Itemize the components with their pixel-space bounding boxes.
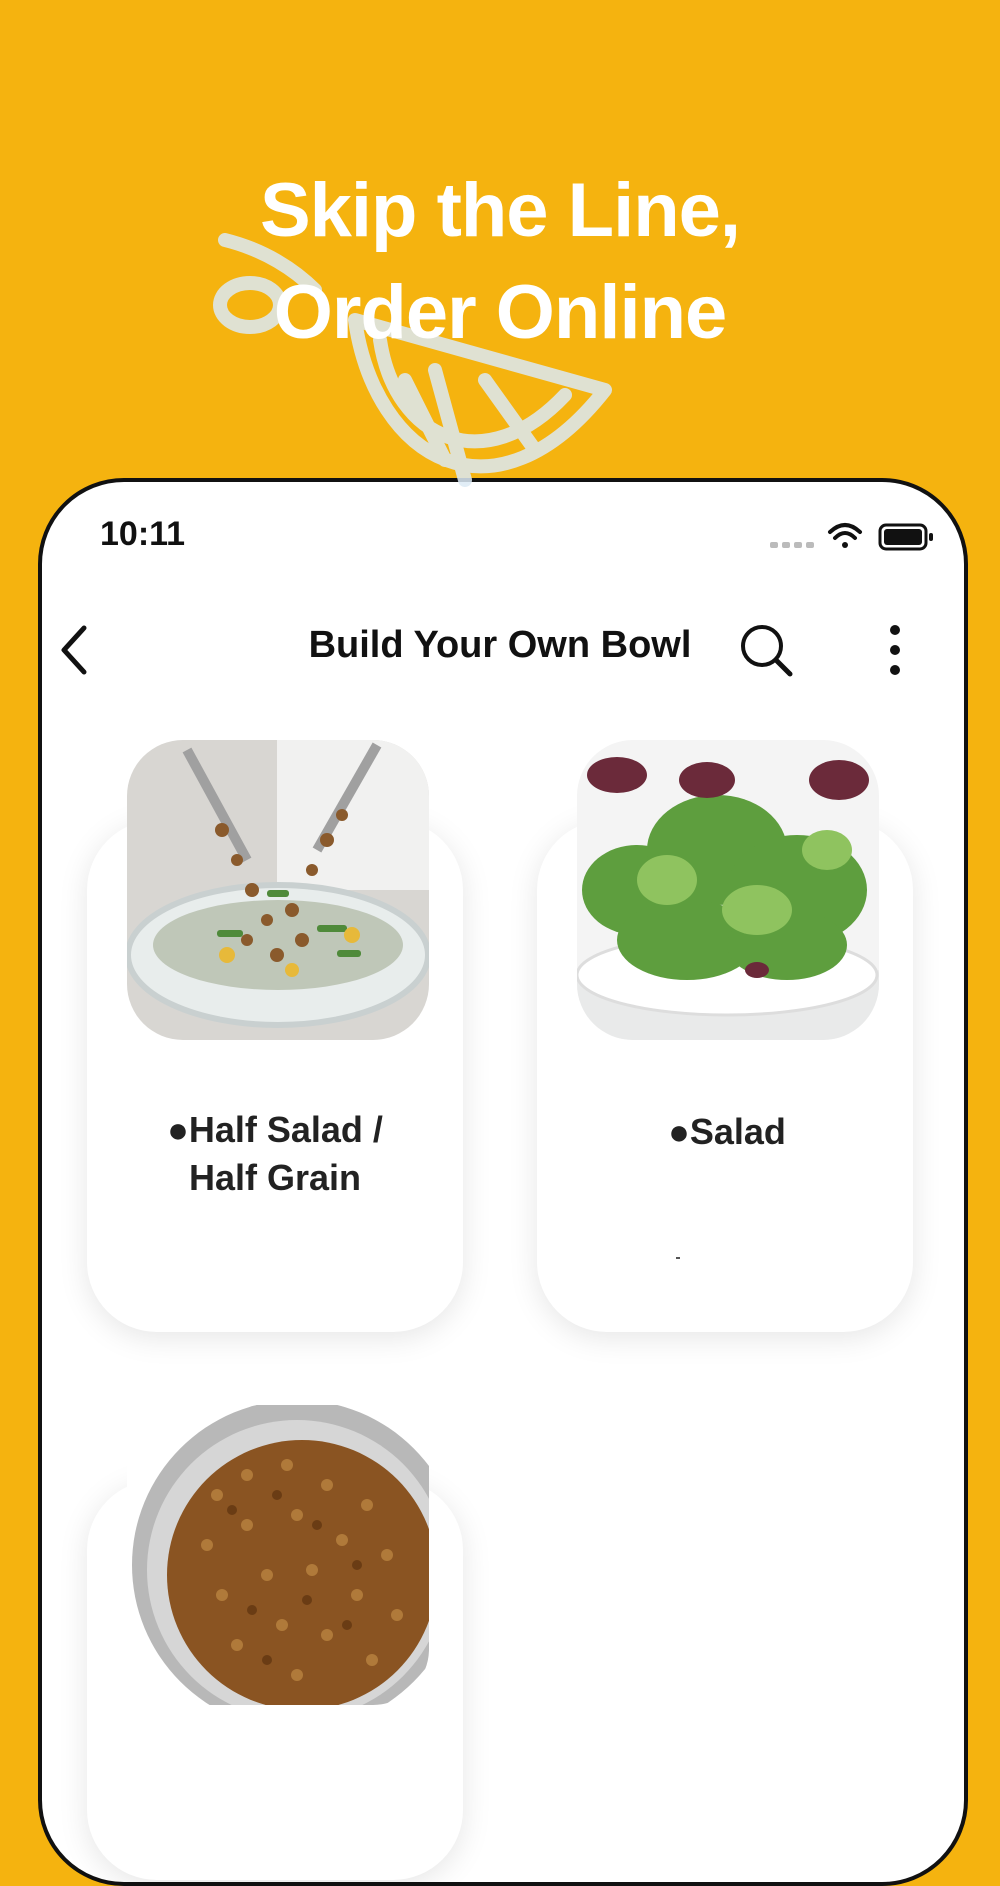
item-label-salad: ●Salad — [668, 1111, 786, 1152]
item-label-half-salad: ●Half Salad / Half Grain — [167, 1109, 383, 1198]
wifi-icon — [828, 523, 862, 548]
status-time: 10:11 — [100, 515, 186, 553]
back-chevron-icon[interactable] — [52, 620, 102, 680]
item-caption-dash — [676, 1257, 680, 1259]
battery-icon — [878, 523, 933, 551]
promo-line-2: Order Online — [273, 270, 728, 355]
salad-image — [577, 740, 879, 1040]
more-vertical-icon[interactable] — [872, 620, 918, 680]
signal-icon — [770, 542, 814, 548]
search-icon[interactable] — [738, 622, 794, 678]
status-icons — [770, 523, 933, 551]
lentils-image — [127, 1405, 429, 1705]
promo-headline: Skip the Line, Order Online — [0, 160, 1000, 364]
page-title: Build Your Own Bowl — [308, 624, 692, 666]
grain-bowl-image — [127, 740, 429, 1040]
promo-line-1: Skip the Line, — [259, 168, 741, 253]
